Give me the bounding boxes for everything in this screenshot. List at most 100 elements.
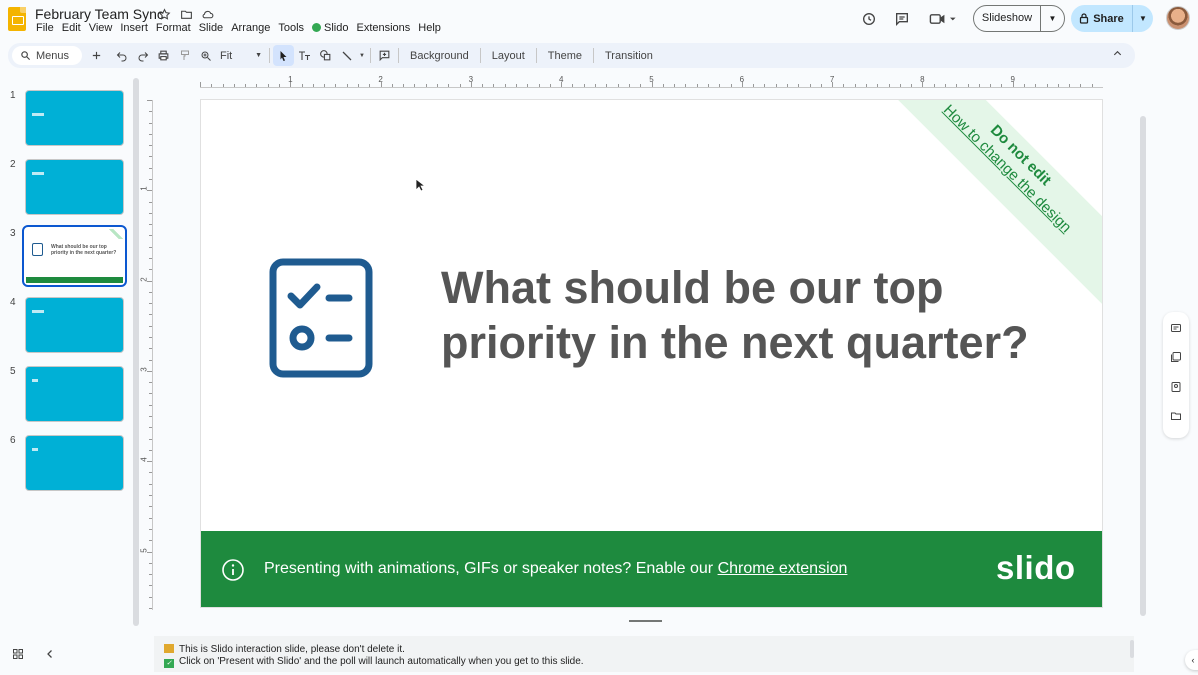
- ruler-tick: [1046, 84, 1048, 87]
- menu-help[interactable]: Help: [418, 22, 449, 34]
- document-title[interactable]: February Team Sync: [35, 6, 164, 22]
- slideshow-label[interactable]: Slideshow: [974, 6, 1041, 31]
- menu-arrange[interactable]: Arrange: [231, 22, 278, 34]
- ruler-tick: [149, 393, 152, 395]
- shape-icon[interactable]: [315, 45, 336, 66]
- toolbar-divider: [398, 48, 399, 63]
- ruler-tick: [843, 84, 845, 87]
- keep-icon[interactable]: [1169, 350, 1183, 364]
- ruler-tick: [820, 84, 822, 87]
- grid-view-icon[interactable]: [12, 648, 24, 660]
- vertical-ruler[interactable]: 1 2 3 4 5: [140, 100, 153, 610]
- slide-thumbnail-1[interactable]: [25, 90, 124, 146]
- ruler-tick: [572, 84, 574, 87]
- star-icon[interactable]: [157, 7, 171, 21]
- collapse-toolbar-icon[interactable]: [1112, 48, 1123, 62]
- layout-button[interactable]: Layout: [484, 50, 533, 62]
- ruler-tick: [149, 325, 152, 327]
- slide-number: 2: [10, 159, 16, 170]
- collapse-filmstrip-icon[interactable]: [44, 648, 56, 660]
- filmstrip-scrollbar[interactable]: [133, 78, 139, 626]
- ruler-number: 5: [649, 75, 654, 84]
- slido-panel-icon[interactable]: [1169, 321, 1183, 335]
- menu-slide[interactable]: Slide: [199, 22, 231, 34]
- slide-thumbnail-5[interactable]: [25, 366, 124, 422]
- slides-logo-icon[interactable]: [8, 7, 26, 31]
- ruler-tick: [149, 314, 152, 316]
- menu-insert[interactable]: Insert: [120, 22, 156, 34]
- contacts-icon[interactable]: [1169, 380, 1183, 394]
- notes-resize-handle[interactable]: [629, 620, 662, 622]
- slide-thumbnail-6[interactable]: [25, 435, 124, 491]
- undo-icon[interactable]: [111, 45, 132, 66]
- slideshow-dropdown-icon[interactable]: ▼: [1041, 14, 1064, 23]
- share-button[interactable]: Share ▼: [1071, 5, 1153, 32]
- ruler-tick: [149, 269, 152, 271]
- chrome-extension-link[interactable]: Chrome extension: [718, 560, 848, 577]
- version-history-icon[interactable]: [860, 10, 878, 28]
- ruler-tick: [764, 84, 766, 87]
- speaker-notes[interactable]: This is Slido interaction slide, please …: [154, 636, 1134, 672]
- thumb-text-line: [32, 172, 44, 175]
- print-icon[interactable]: [153, 45, 174, 66]
- background-button[interactable]: Background: [402, 50, 477, 62]
- share-main[interactable]: Share: [1071, 5, 1133, 32]
- horizontal-ruler[interactable]: 1 2 3 4 5 6 7 8 9: [200, 74, 1103, 88]
- text-box-icon[interactable]: [294, 45, 315, 66]
- new-slide-icon[interactable]: [86, 45, 107, 66]
- ruler-tick: [200, 82, 201, 87]
- share-dropdown-icon[interactable]: ▼: [1133, 14, 1153, 23]
- folder-icon[interactable]: [1169, 409, 1183, 423]
- comments-icon[interactable]: [893, 10, 911, 28]
- slide-thumbnail-3[interactable]: What should be our top priority in the n…: [22, 225, 127, 287]
- notes-scrollbar[interactable]: [1130, 640, 1134, 658]
- menu-tools[interactable]: Tools: [278, 22, 312, 34]
- menu-edit[interactable]: Edit: [62, 22, 89, 34]
- ruler-tick: [149, 111, 152, 113]
- slide-thumbnail-2[interactable]: [25, 159, 124, 215]
- ruler-tick: [149, 607, 152, 609]
- title-actions: [157, 7, 215, 21]
- ruler-tick: [696, 84, 698, 87]
- account-avatar[interactable]: [1166, 6, 1190, 30]
- zoom-icon[interactable]: [195, 45, 216, 66]
- slide-thumbnail-4[interactable]: [25, 297, 124, 353]
- menu-extensions[interactable]: Extensions: [356, 22, 418, 34]
- slide-canvas[interactable]: What should be our top priority in the n…: [200, 99, 1103, 608]
- paint-format-icon[interactable]: [174, 45, 195, 66]
- theme-button[interactable]: Theme: [540, 50, 590, 62]
- cloud-saved-icon[interactable]: [201, 7, 215, 21]
- ruler-number: 4: [558, 75, 564, 84]
- thumb-banner: [26, 277, 123, 283]
- add-comment-icon[interactable]: [374, 45, 395, 66]
- ruler-tick: [149, 133, 152, 135]
- poll-question-line2: priority in the next quarter?: [441, 317, 1029, 368]
- toolbar: Menus Fit ▼ ▼ Background Layout Theme Tr…: [8, 43, 1135, 68]
- redo-icon[interactable]: [132, 45, 153, 66]
- side-panel: [1163, 312, 1189, 438]
- line-tool-icon[interactable]: [336, 45, 357, 66]
- notes-line: This is Slido interaction slide, please …: [164, 644, 1134, 656]
- ruler-tick: [719, 84, 721, 87]
- move-folder-icon[interactable]: [179, 7, 193, 21]
- transition-button[interactable]: Transition: [597, 50, 661, 62]
- banner-message: Presenting with animations, GIFs or spea…: [264, 560, 847, 578]
- menu-file[interactable]: File: [36, 22, 62, 34]
- ruler-tick: [391, 84, 393, 87]
- menu-format[interactable]: Format: [156, 22, 199, 34]
- line-dropdown-icon[interactable]: ▼: [357, 45, 367, 66]
- slideshow-button[interactable]: Slideshow ▼: [973, 5, 1065, 32]
- mouse-cursor-icon: [415, 178, 425, 192]
- ruler-tick: [425, 84, 427, 87]
- menu-view[interactable]: View: [89, 22, 121, 34]
- meet-camera-icon[interactable]: [928, 10, 958, 28]
- select-tool-icon[interactable]: [273, 45, 294, 66]
- expand-panel-icon[interactable]: ‹: [1185, 650, 1198, 670]
- poll-question[interactable]: What should be our top priority in the n…: [441, 260, 1081, 370]
- canvas-scrollbar[interactable]: [1140, 116, 1146, 616]
- menus-search[interactable]: Menus: [12, 46, 82, 65]
- zoom-select[interactable]: Fit ▼: [216, 50, 266, 62]
- notes-line: ✓ Click on 'Present with Slido' and the p…: [164, 656, 1134, 668]
- menu-slido-wrap[interactable]: Slido: [312, 22, 356, 34]
- slide-number: 3: [10, 228, 16, 239]
